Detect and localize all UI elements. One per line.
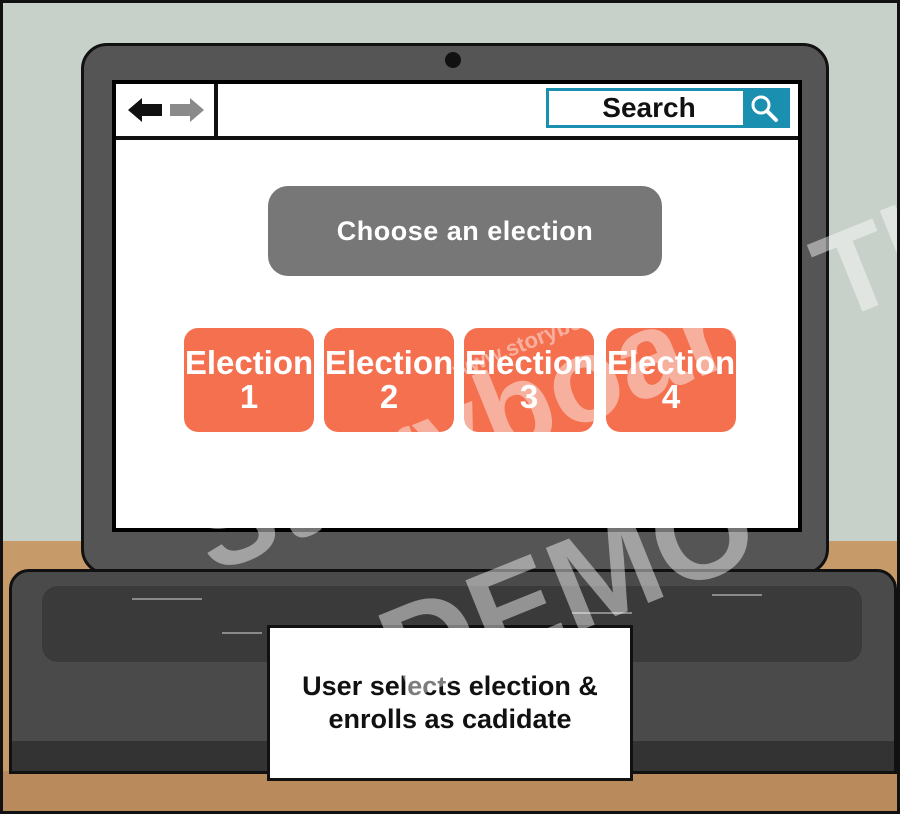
browser-window: Search Choose an election Election 1 Ele… <box>116 84 798 528</box>
key-highlight <box>132 598 202 600</box>
webcam <box>445 52 461 68</box>
magnifier-icon <box>751 95 778 122</box>
laptop-screen: Search Choose an election Election 1 Ele… <box>112 80 802 532</box>
page-title: Choose an election <box>268 186 662 276</box>
key-highlight <box>572 612 632 614</box>
election-label: Election <box>606 344 736 381</box>
caption-box: User selects election & enrolls as cadid… <box>267 625 633 781</box>
election-number: 4 <box>661 378 681 415</box>
election-4-button[interactable]: Election 4 <box>606 328 736 432</box>
key-highlight <box>712 594 762 596</box>
election-number: 2 <box>379 378 399 415</box>
election-number: 3 <box>519 378 539 415</box>
election-2-button[interactable]: Election 2 <box>324 328 454 432</box>
storyboard-panel: Search Choose an election Election 1 Ele… <box>0 0 900 814</box>
search-button[interactable] <box>743 91 787 125</box>
election-3-button[interactable]: Election 3 <box>464 328 594 432</box>
laptop-lid: Search Choose an election Election 1 Ele… <box>81 43 829 575</box>
forward-arrow-icon[interactable] <box>170 98 204 122</box>
nav-buttons <box>116 84 218 136</box>
election-label: Election <box>324 344 454 381</box>
election-label: Election <box>184 344 314 381</box>
search-label: Search <box>602 92 696 123</box>
back-arrow-icon[interactable] <box>128 98 162 122</box>
election-label: Election <box>464 344 594 381</box>
election-number: 1 <box>239 378 259 415</box>
browser-toolbar: Search <box>116 84 798 140</box>
caption-text: User selects election & enrolls as cadid… <box>302 671 598 734</box>
election-1-button[interactable]: Election 1 <box>184 328 314 432</box>
key-highlight <box>222 632 262 634</box>
search-box[interactable]: Search <box>546 88 790 128</box>
page-title-text: Choose an election <box>336 215 594 246</box>
